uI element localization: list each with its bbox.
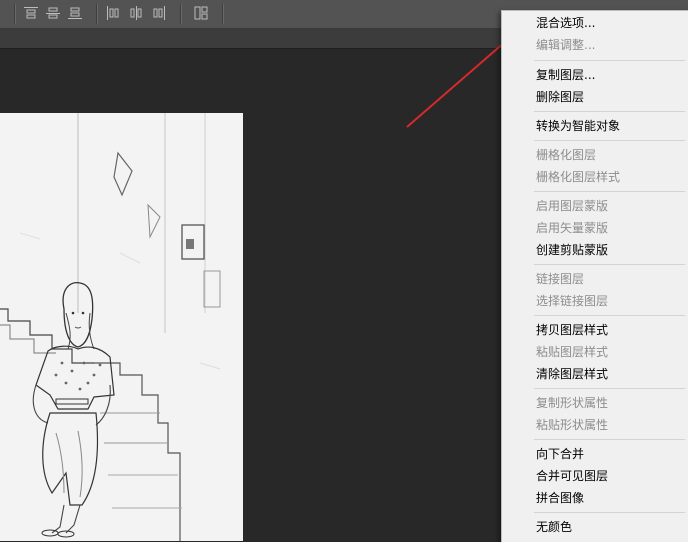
menu-item-enable-layer-mask[interactable]: 启用图层蒙版 xyxy=(536,195,608,217)
menu-item-flatten-image[interactable]: 拼合图像 xyxy=(536,487,584,509)
toolbar-divider xyxy=(222,4,224,24)
align-bottom-edges-icon[interactable] xyxy=(68,6,82,20)
menu-item-copy-layer-style[interactable]: 拷贝图层样式 xyxy=(536,319,608,341)
distribute-icon[interactable] xyxy=(194,6,208,20)
menu-item-create-clipping-mask[interactable]: 创建剪贴蒙版 xyxy=(536,239,608,261)
menu-item-no-color[interactable]: 无颜色 xyxy=(536,516,572,538)
align-top-edges-icon[interactable] xyxy=(24,6,38,20)
menu-separator xyxy=(534,439,685,440)
menu-separator xyxy=(534,111,685,112)
menu-separator xyxy=(534,264,685,265)
align-horizontal-centers-icon[interactable] xyxy=(129,6,143,20)
menu-item-paste-layer-style[interactable]: 粘贴图层样式 xyxy=(536,341,608,363)
layer-context-menu: 混合选项... 编辑调整... 复制图层... 删除图层 转换为智能对象 栅格化… xyxy=(501,10,688,542)
sketch-photo xyxy=(0,113,243,541)
align-vertical-centers-icon[interactable] xyxy=(46,6,60,20)
menu-item-duplicate-layer[interactable]: 复制图层... xyxy=(536,64,595,86)
menu-separator xyxy=(534,388,685,389)
menu-item-select-linked-layers[interactable]: 选择链接图层 xyxy=(536,290,608,312)
menu-separator xyxy=(534,315,685,316)
menu-item-rasterize-layer-style[interactable]: 栅格化图层样式 xyxy=(536,166,620,188)
align-left-edges-icon[interactable] xyxy=(106,6,120,20)
document-canvas-image[interactable] xyxy=(0,113,243,541)
align-right-edges-icon[interactable] xyxy=(152,6,166,20)
menu-icon-gutter xyxy=(502,11,530,542)
menu-separator xyxy=(534,191,685,192)
menu-item-convert-to-smart-object[interactable]: 转换为智能对象 xyxy=(536,115,620,137)
menu-separator xyxy=(534,140,685,141)
menu-separator xyxy=(534,60,685,61)
menu-item-clear-layer-style[interactable]: 清除图层样式 xyxy=(536,363,608,385)
menu-separator xyxy=(534,512,685,513)
menu-item-merge-visible[interactable]: 合并可见图层 xyxy=(536,465,608,487)
menu-item-edit-adjustment[interactable]: 编辑调整... xyxy=(536,34,595,56)
menu-item-rasterize-layer[interactable]: 栅格化图层 xyxy=(536,144,596,166)
toolbar-divider xyxy=(14,4,16,24)
toolbar-divider xyxy=(96,4,98,24)
menu-item-enable-vector-mask[interactable]: 启用矢量蒙版 xyxy=(536,217,608,239)
menu-item-merge-down[interactable]: 向下合并 xyxy=(536,443,584,465)
menu-item-link-layers[interactable]: 链接图层 xyxy=(536,268,584,290)
toolbar-divider xyxy=(180,4,182,24)
menu-item-delete-layer[interactable]: 删除图层 xyxy=(536,86,584,108)
menu-item-blending-options[interactable]: 混合选项... xyxy=(536,12,595,34)
menu-item-copy-shape-attributes[interactable]: 复制形状属性 xyxy=(536,392,608,414)
menu-item-paste-shape-attributes[interactable]: 粘贴形状属性 xyxy=(536,414,608,436)
